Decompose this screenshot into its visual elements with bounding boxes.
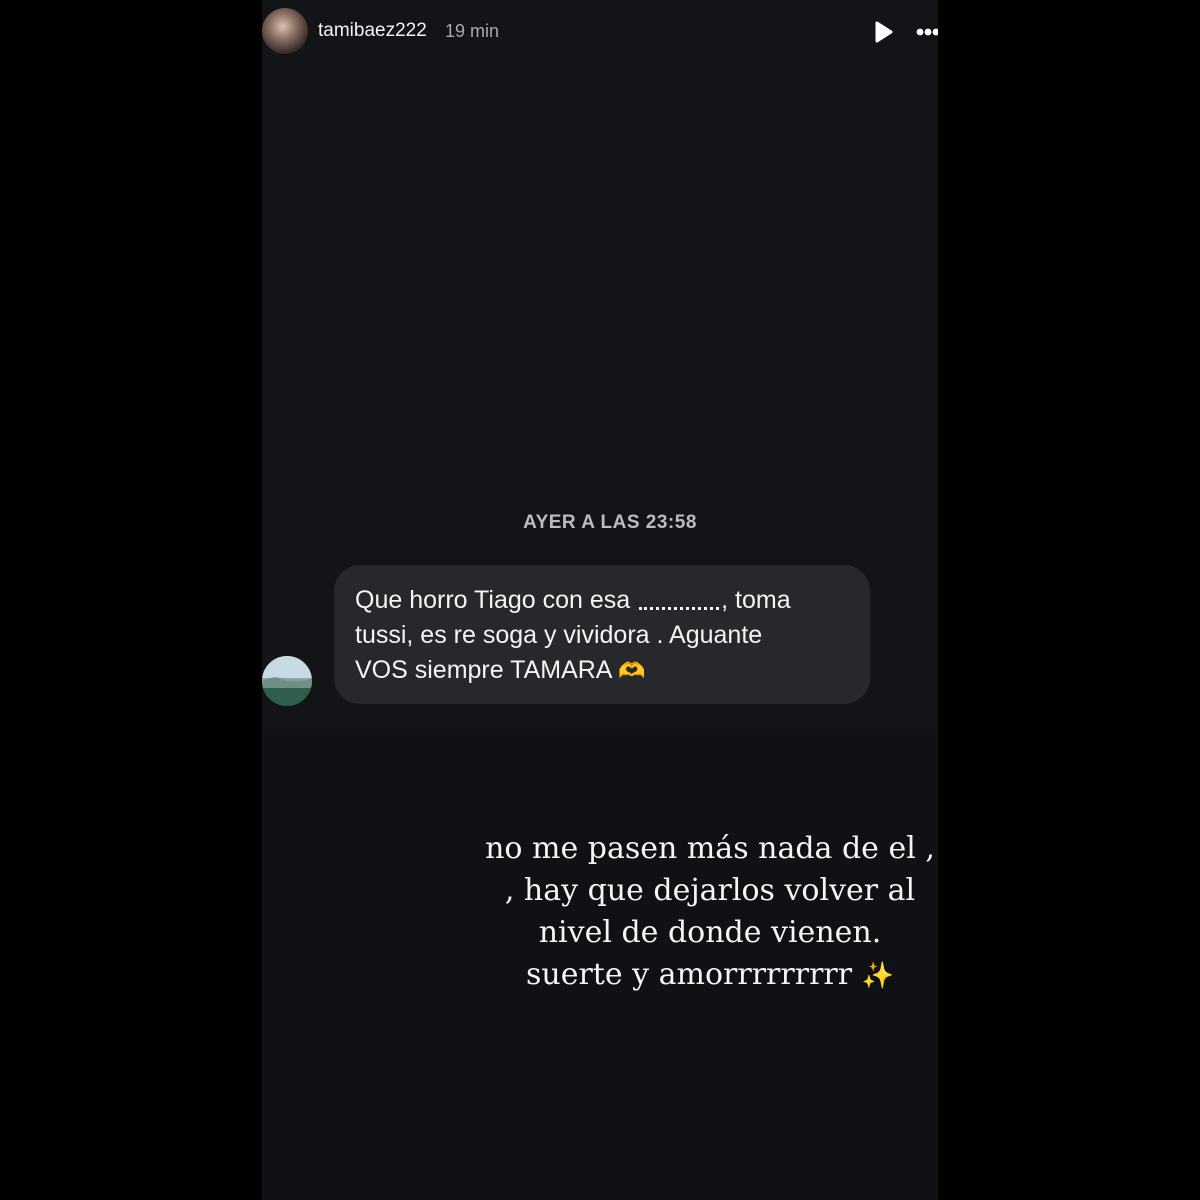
username[interactable]: tamibaez222 bbox=[318, 20, 427, 42]
redacted-word bbox=[639, 592, 720, 610]
play-icon[interactable] bbox=[868, 18, 896, 46]
story-caption: no me pasen más nada de el , , hay que d… bbox=[462, 828, 938, 997]
message-line: tussi, es re soga y vividora . Aguante bbox=[355, 621, 763, 649]
story-viewer: tamibaez222 19 min AYER A LAS 23:58 Que … bbox=[262, 0, 938, 1200]
message-text-segment: , toma bbox=[721, 586, 791, 614]
sparkles-icon: ✨ bbox=[861, 961, 895, 991]
heart-hands-icon: 🫶 bbox=[618, 658, 646, 683]
time-ago: 19 min bbox=[445, 21, 500, 41]
more-options-icon[interactable] bbox=[914, 18, 938, 46]
message-bubble[interactable]: Que horro Tiago con esa , toma tussi, es… bbox=[334, 565, 870, 704]
page: tamibaez222 19 min AYER A LAS 23:58 Que … bbox=[0, 0, 1200, 1200]
message-timestamp: AYER A LAS 23:58 bbox=[523, 512, 697, 533]
message-text-segment: VOS siempre TAMARA bbox=[355, 656, 612, 684]
caption-line: , hay que dejarlos volver al bbox=[504, 873, 916, 908]
sender-avatar[interactable] bbox=[262, 656, 312, 706]
caption-line: nivel de donde vienen. bbox=[538, 915, 882, 950]
caption-text-segment: suerte y amorrrrrrrrr bbox=[525, 957, 853, 992]
caption-line: no me pasen más nada de el , bbox=[485, 831, 935, 866]
profile-avatar[interactable] bbox=[262, 8, 308, 54]
message-line: VOS siempre TAMARA 🫶 bbox=[355, 653, 855, 688]
message-line: Que horro Tiago con esa , toma bbox=[355, 583, 855, 618]
message-text: Que horro Tiago con esa , toma tussi, es… bbox=[355, 583, 855, 688]
story-header: tamibaez222 19 min bbox=[262, 0, 938, 64]
caption-line: suerte y amorrrrrrrrr ✨ bbox=[462, 954, 938, 997]
message-text-segment: Que horro Tiago con esa bbox=[355, 586, 631, 614]
